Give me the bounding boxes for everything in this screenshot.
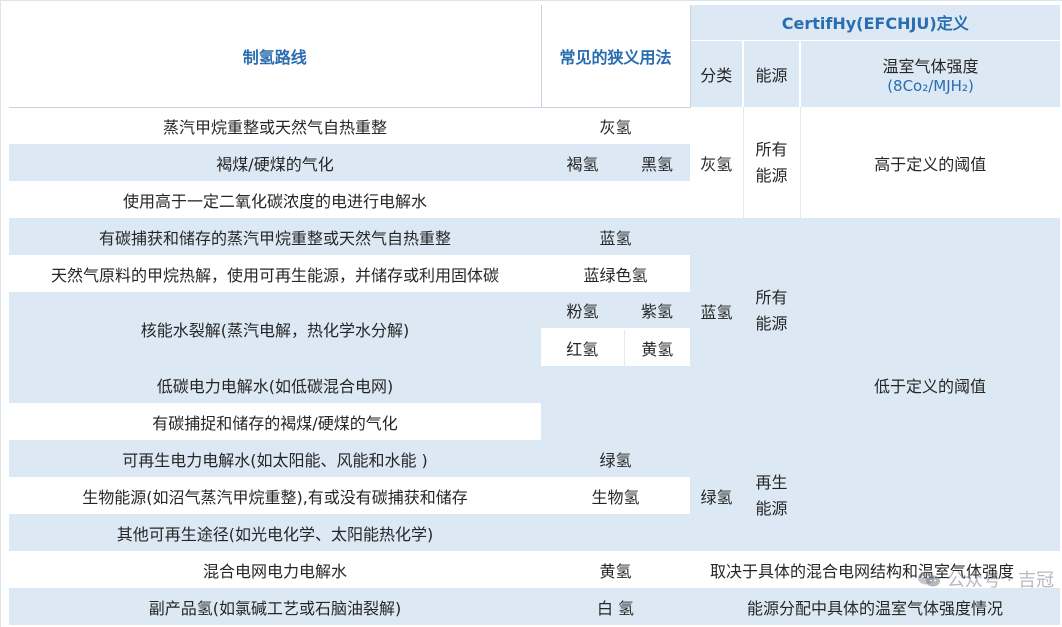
header-ghg-unit: (8Co₂/MJH₂) (887, 76, 974, 95)
name-empty-3 (541, 403, 690, 440)
hydrogen-color-table-page: 制氢路线 常见的狭义用法 CertifHy(EFCHJU)定义 分类 能源 温室… (0, 0, 1062, 627)
header-class: 分类 (690, 40, 744, 107)
watermark-text: 公众号 · 吉冠 (946, 570, 1054, 591)
name-yellow: 黄氢 (624, 329, 690, 366)
route-row-11: 其他可再生途径(如光电化学、太阳能热化学) (9, 514, 541, 551)
route-row-4: 有碳捕获和储存的蒸汽甲烷重整或天然气自热重整 (9, 218, 541, 255)
name-pink: 粉氢 (541, 292, 624, 330)
certif-green-energy-text: 再生能源 (755, 472, 788, 518)
name-empty-2 (541, 366, 690, 403)
name-red: 红氢 (541, 329, 625, 366)
certif-blank-energy (743, 403, 800, 440)
route-row-7: 低碳电力电解水(如低碳混合电网) (9, 366, 541, 403)
header-common-usage: 常见的狭义用法 (540, 5, 691, 108)
watermark: 公众号 · 吉冠 (917, 566, 1054, 592)
header-route: 制氢路线 (9, 5, 541, 108)
route-row-6: 核能水裂解(蒸汽电解，热化学水分解) (9, 292, 541, 366)
certif-blue-class: 蓝氢 (690, 218, 743, 403)
name-black: 黑氢 (624, 144, 690, 181)
name-green: 绿氢 (541, 440, 690, 477)
route-row-5: 天然气原料的甲烷热解，使用可再生能源，并储存或利用固体碳 (9, 255, 541, 292)
certif-grey-ghg: 高于定义的阈值 (800, 107, 1060, 218)
header-certifhy: CertifHy(EFCHJU)定义 (690, 5, 1060, 41)
header-ghg-cell: 温室气体强度 (8Co₂/MJH₂) (800, 40, 1060, 107)
grid-left (0, 0, 1, 627)
hydrogen-route-table: 制氢路线 常见的狭义用法 CertifHy(EFCHJU)定义 分类 能源 温室… (9, 5, 1060, 625)
certif-blue-energy: 所有能源 (743, 218, 800, 403)
route-row-10: 生物能源(如沼气蒸汽甲烷重整),有或没有碳捕获和储存 (9, 477, 541, 514)
certif-green-energy: 再生能源 (743, 440, 800, 551)
certif-green-class: 绿氢 (690, 440, 743, 551)
route-row-1: 蒸汽甲烷重整或天然气自热重整 (9, 107, 541, 144)
route-row-8: 有碳捕捉和储存的褐煤/硬煤的气化 (9, 403, 541, 440)
grid-top (0, 0, 1062, 1)
route-row-12: 混合电网电力电解水 (9, 551, 541, 588)
name-blue: 蓝氢 (541, 218, 690, 255)
name-empty-1 (541, 181, 690, 218)
route-row-2: 褐煤/硬煤的气化 (9, 144, 541, 181)
certif-grey-energy-text: 所有能源 (755, 139, 788, 185)
name-purple: 紫氢 (624, 292, 690, 330)
name-brown: 褐氢 (541, 144, 624, 181)
name-empty-4 (541, 514, 690, 551)
certif-blue-energy-text: 所有能源 (755, 287, 788, 333)
name-white: 白 氢 (541, 588, 690, 625)
route-row-9: 可再生电力电解水(如太阳能、风能和水能 ) (9, 440, 541, 477)
name-yellow-2: 黄氢 (541, 551, 690, 588)
name-grey: 灰氢 (541, 107, 690, 144)
wechat-icon (917, 571, 940, 587)
header-energy: 能源 (743, 40, 801, 107)
certif-blank-class (690, 403, 743, 440)
certif-low-ghg: 低于定义的阈值 (800, 218, 1060, 551)
certif-byproduct-note: 能源分配中具体的温室气体强度情况 (690, 588, 1060, 625)
name-turquoise: 蓝绿色氢 (541, 255, 690, 292)
certif-grey-energy: 所有能源 (743, 107, 801, 218)
certif-grey-class: 灰氢 (690, 107, 744, 218)
header-ghg: 温室气体强度 (882, 56, 979, 76)
route-row-13: 副产品氢(如氯碱工艺或石脑油裂解) (9, 588, 541, 625)
route-row-3: 使用高于一定二氧化碳浓度的电进行电解水 (9, 181, 541, 218)
name-bio: 生物氢 (541, 477, 690, 514)
